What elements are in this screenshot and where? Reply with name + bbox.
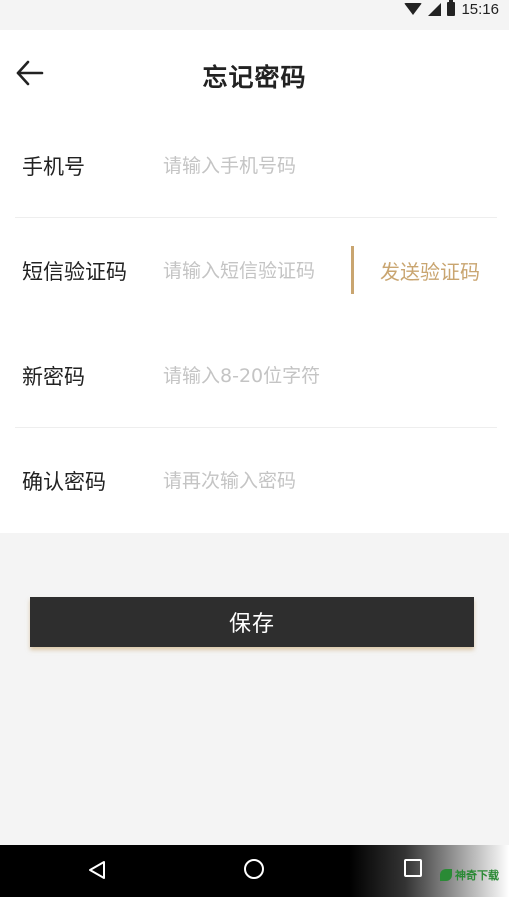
save-button[interactable]: 保存 (30, 597, 474, 647)
nav-back-button[interactable] (86, 859, 108, 885)
signal-icon (428, 2, 442, 16)
sms-code-label: 短信验证码 (22, 259, 127, 284)
reset-password-form: 手机号 短信验证码 发送验证码 新密码 确认密码 (0, 113, 509, 533)
confirm-password-label: 确认密码 (22, 469, 106, 494)
vertical-separator (351, 246, 354, 294)
phone-row: 手机号 (0, 113, 509, 218)
nav-recent-button[interactable] (404, 859, 422, 877)
leaf-icon (440, 869, 452, 881)
nav-home-icon (244, 859, 264, 879)
confirm-password-row: 确认密码 (0, 428, 509, 533)
nav-back-icon (89, 861, 105, 879)
new-password-input[interactable] (163, 355, 483, 396)
battery-icon (447, 0, 456, 16)
new-password-row: 新密码 (0, 323, 509, 428)
status-bar: 15:16 (0, 0, 509, 18)
page-title: 忘记密码 (202, 63, 307, 92)
phone-label: 手机号 (22, 154, 85, 179)
watermark-text: 神奇下载 (455, 869, 499, 882)
status-time: 15:16 (461, 0, 499, 18)
send-code-button[interactable]: 发送验证码 (380, 256, 480, 285)
watermark: 神奇下载 (440, 867, 499, 883)
header: 忘记密码 (0, 30, 509, 116)
nav-recent-icon (404, 859, 422, 877)
navigation-bar: 神奇下载 (0, 845, 509, 897)
phone-input[interactable] (163, 145, 483, 186)
confirm-password-input[interactable] (163, 460, 483, 501)
wifi-icon (404, 3, 423, 15)
new-password-label: 新密码 (22, 364, 85, 389)
nav-home-button[interactable] (244, 859, 264, 879)
sms-code-input[interactable] (163, 250, 343, 291)
sms-code-row: 短信验证码 发送验证码 (0, 218, 509, 323)
